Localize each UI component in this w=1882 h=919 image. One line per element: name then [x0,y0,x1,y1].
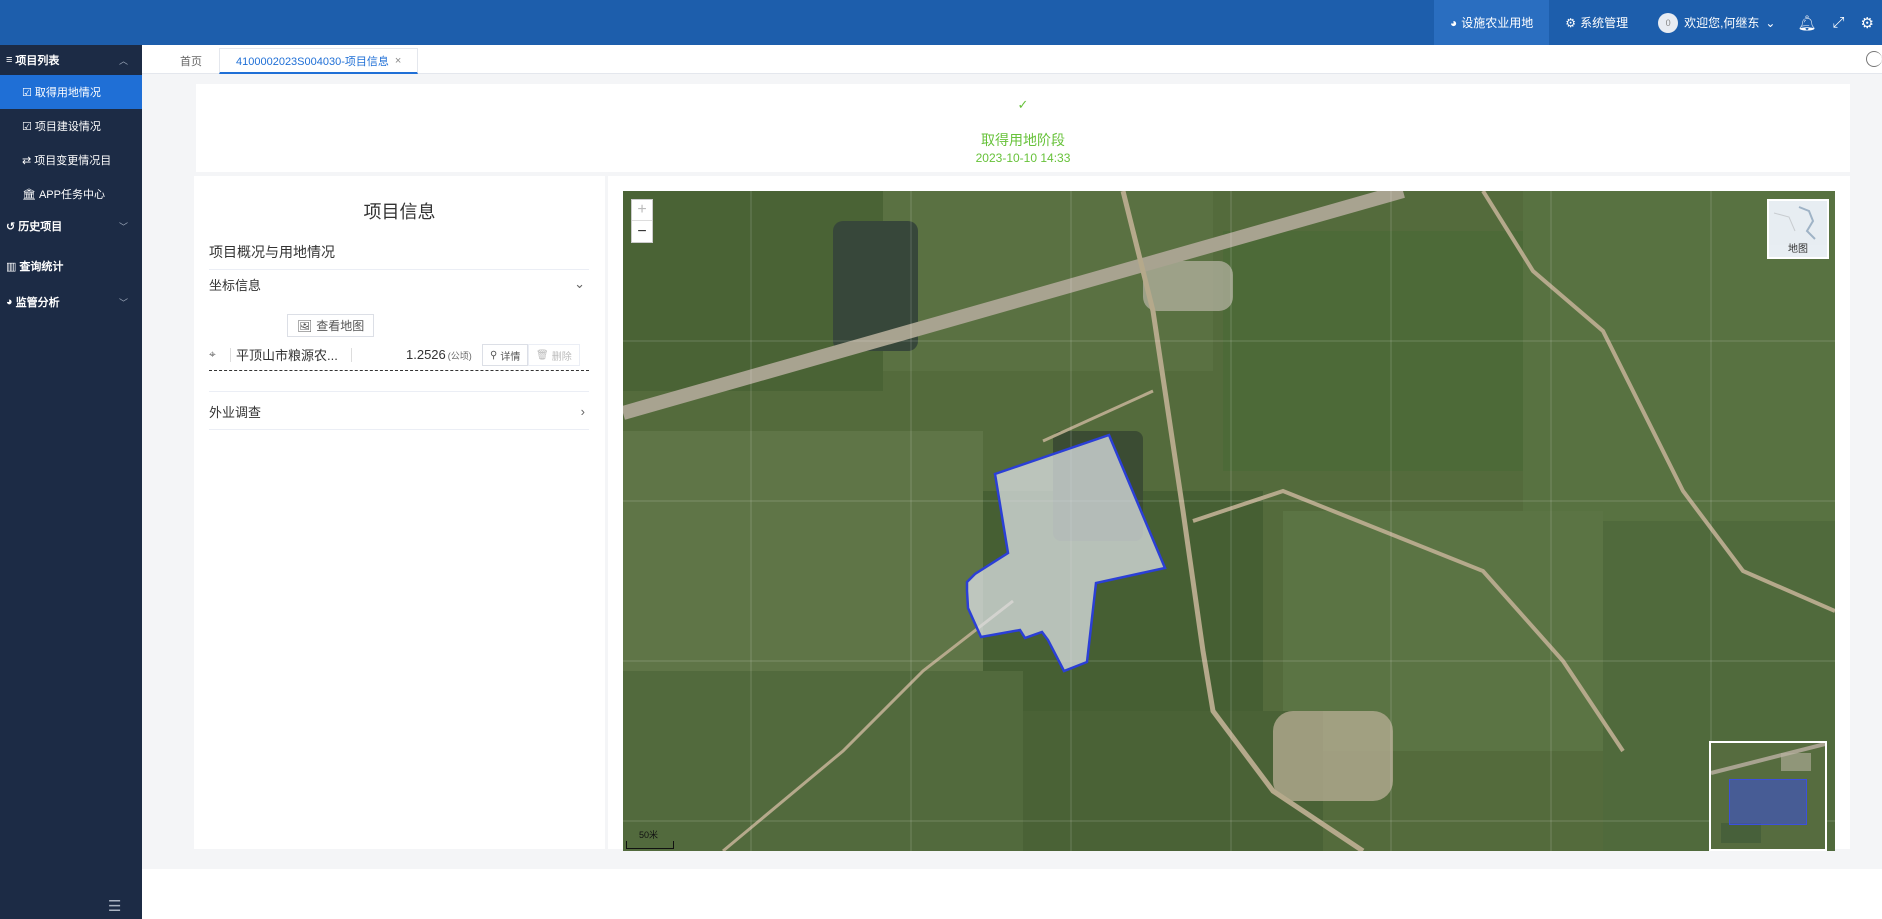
panel-title: 项目信息 [363,202,436,222]
delete-button[interactable]: 🗑︎ 删除 [528,344,580,366]
view-map-label: 查看地图 [316,319,365,333]
zoom-out-button[interactable]: − [632,221,652,242]
nav-facility-agri-land-label: 设施农业用地 [1461,16,1534,30]
sidebar-item-project-change[interactable]: ⇄ 项目变更情况目 [0,143,142,177]
coord-area-unit: (公顷) [447,351,472,361]
bar-chart-icon: ▥ [6,260,17,273]
layer-switcher[interactable]: 地图 [1767,199,1829,259]
scale-bar: 50米 [626,830,674,849]
refresh-icon[interactable] [1866,51,1882,67]
chevron-down-icon: ﹀ [118,297,128,308]
chevron-down-icon: ⌄ [1765,15,1776,30]
stage-card: ✓ 取得用地阶段 2023-10-10 14:33 [196,84,1850,172]
overview-map[interactable] [1709,741,1827,851]
panel-subtitle: 项目概况与用地情况 [209,244,335,260]
check-icon: ✓ [1017,97,1029,112]
overview-viewport-box[interactable] [1729,779,1807,825]
avatar: 0 [1658,12,1679,33]
zoom-control: + − [631,199,653,243]
sidebar-item-label: APP任务中心 [38,189,105,201]
sidebar-group-label: 项目列表 [15,55,60,67]
sidebar-item-project-construction[interactable]: ☑ 项目建设情况 [0,109,142,143]
sidebar-item-land-acquisition[interactable]: ☑ 取得用地情况 [0,75,142,109]
bell-icon[interactable]: 🔔︎ [1789,0,1824,45]
sidebar-group-supervision-analysis[interactable]: ◕ 监管分析 ﹀ [0,287,142,317]
layer-label: 地图 [1788,244,1808,255]
chevron-right-icon: › [580,403,585,419]
tabs-bar: 首页 4100002023S004030-项目信息 × [142,45,1882,74]
nav-system-management-label: 系统管理 [1580,16,1629,30]
sidebar-group-project-list[interactable]: ≡ 项目列表 ︿ [0,45,142,75]
search-icon: ⚲ [490,349,498,361]
satellite-imagery [623,191,1835,851]
coord-area: 1.2526 (公顷) [406,347,472,362]
pie-chart-icon: ◕ [6,296,13,308]
list-icon: ≡ [6,54,13,66]
nav-facility-agri-land[interactable]: ◕ 设施农业用地 [1434,0,1550,45]
sidebar-item-label: 项目建设情况 [34,121,101,133]
tab-home[interactable]: 首页 [180,48,202,74]
welcome-text: 欢迎您,何继东 [1684,16,1760,30]
sidebar-group-query-stats[interactable]: ▥ 查询统计 [0,251,142,281]
sidebar: ≡ 项目列表 ︿ ☑ 取得用地情况 ☑ 项目建设情况 ⇄ 项目变更情况目 🏛︎ … [0,45,142,919]
divider [230,347,231,362]
detail-label: 详情 [500,351,521,363]
picture-icon: 🖼︎ [297,318,313,333]
user-menu[interactable]: 0 欢迎您,何继东 ⌄ [1644,0,1789,45]
top-navbar-right: ◕ 设施农业用地 ⚙ 系统管理 0 欢迎您,何继东 ⌄ 🔔︎ ⤢ ⚙ [1434,0,1882,45]
sidebar-item-label: 项目变更情况目 [34,155,112,167]
main-content: ✓ 取得用地阶段 2023-10-10 14:33 项目信息 项目概况与用地情况… [142,74,1882,869]
checkbox-icon: ☑ [22,120,32,133]
fullscreen-icon[interactable]: ⤢ [1825,0,1853,45]
sidebar-group-history-projects[interactable]: ↺ 历史项目 ﹀ [0,211,142,241]
satellite-map[interactable]: + − 地图 50米 [623,191,1835,851]
top-navbar: ◕ 设施农业用地 ⚙ 系统管理 0 欢迎您,何继东 ⌄ 🔔︎ ⤢ ⚙ [0,0,1882,45]
scale-label: 50米 [639,830,659,840]
project-info-panel: 项目信息 项目概况与用地情况 坐标信息 ⌄ 🖼︎ 查看地图 ⌖ 平顶山市粮源农.… [194,176,605,849]
view-map-button[interactable]: 🖼︎ 查看地图 [287,314,375,337]
coord-row: ⌖ 平顶山市粮源农... 1.2526 (公顷) ⚲ 详情 🗑︎ 删除 [209,339,589,371]
collapse-sidebar-icon[interactable]: ☰ [108,897,121,915]
sidebar-item-app-task-center[interactable]: 🏛︎ APP任务中心 [0,177,142,211]
coord-area-value: 1.2526 [406,347,446,362]
divider [209,429,589,430]
sidebar-item-label: 取得用地情况 [34,87,101,99]
sidebar-group-label: 监管分析 [15,297,60,309]
tab-project-info[interactable]: 4100002023S004030-项目信息 × [219,48,419,74]
map-panel: + − 地图 50米 [608,176,1850,851]
chevron-down-icon: ﹀ [118,221,128,232]
sidebar-group-label: 历史项目 [18,221,63,233]
stage-title: 取得用地阶段 [981,132,1065,148]
divider [351,347,352,362]
delete-label: 删除 [551,351,572,363]
exchange-icon: ⇄ [22,154,32,167]
settings-gear-icon[interactable]: ⚙ [1853,0,1882,45]
sidebar-group-label: 查询统计 [19,261,64,273]
history-icon: ↺ [6,220,16,233]
map-thumbnail [1769,201,1827,245]
close-icon[interactable]: × [395,55,401,67]
coord-info-label: 坐标信息 [209,277,262,293]
coord-info-section-header[interactable]: 坐标信息 ⌄ [209,269,589,299]
location-pin-icon: ⌖ [209,347,216,361]
pie-chart-icon: ◕ [1450,15,1458,30]
field-survey-label: 外业调查 [209,404,262,420]
coord-plot-name: 平顶山市粮源农... [236,348,338,363]
tab-project-info-label: 4100002023S004030-项目信息 [236,55,389,68]
checkbox-icon: ☑ [22,86,32,99]
divider [209,391,589,392]
trash-icon: 🗑︎ [536,349,549,361]
chevron-down-icon: ⌄ [574,276,585,291]
stage-date: 2023-10-10 14:33 [975,151,1071,165]
field-survey-section-header[interactable]: 外业调查 › [209,396,589,426]
nav-system-management[interactable]: ⚙ 系统管理 [1549,0,1644,45]
zoom-in-button[interactable]: + [632,200,652,221]
gears-icon: ⚙ [1565,15,1577,30]
chevron-up-icon: ︿ [118,55,128,66]
detail-button[interactable]: ⚲ 详情 [482,344,529,366]
bank-icon: 🏛︎ [22,188,36,201]
